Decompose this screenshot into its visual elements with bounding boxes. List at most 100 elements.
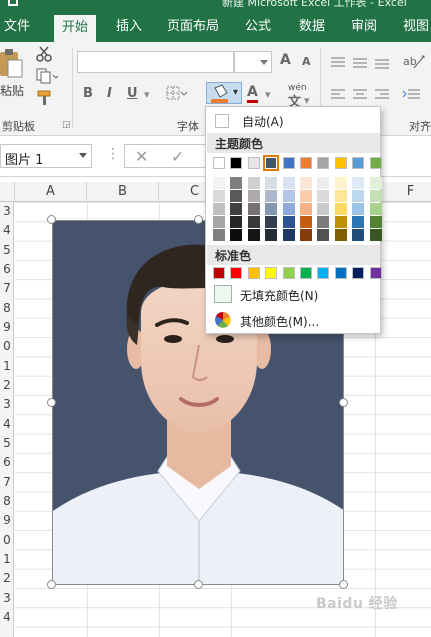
tab-insert[interactable]: 插入 — [108, 12, 150, 42]
theme-color-swatch[interactable] — [282, 157, 295, 169]
row-header[interactable]: 4 — [0, 610, 14, 624]
paste-icon[interactable] — [0, 48, 24, 80]
theme-shade-swatch[interactable] — [282, 190, 295, 202]
row-header[interactable]: 5 — [0, 243, 14, 257]
row-header[interactable]: 2 — [0, 571, 14, 585]
theme-shade-swatch[interactable] — [352, 229, 365, 241]
theme-shade-swatch[interactable] — [282, 203, 295, 215]
resize-handle-top-left[interactable] — [47, 215, 56, 224]
more-colors-option[interactable]: 其他颜色(M)... — [212, 309, 376, 331]
standard-color-swatch[interactable] — [282, 267, 295, 279]
italic-button[interactable]: I — [107, 86, 112, 101]
theme-shade-swatch[interactable] — [247, 229, 260, 241]
theme-shade-swatch[interactable] — [300, 229, 312, 241]
standard-color-swatch[interactable] — [334, 267, 347, 279]
theme-shade-swatch[interactable] — [282, 229, 295, 241]
theme-shade-swatch[interactable] — [317, 177, 330, 189]
theme-color-swatch[interactable] — [300, 157, 312, 169]
theme-shade-swatch[interactable] — [265, 229, 278, 241]
theme-shade-swatch[interactable] — [282, 216, 295, 228]
tab-review[interactable]: 审阅 — [344, 12, 384, 42]
paste-button[interactable]: 粘贴 — [0, 82, 24, 99]
cancel-icon[interactable]: ✕ — [135, 147, 148, 166]
row-header[interactable]: 0 — [0, 533, 14, 547]
theme-shade-swatch[interactable] — [230, 190, 243, 202]
theme-shade-swatch[interactable] — [247, 203, 260, 215]
enter-icon[interactable]: ✓ — [171, 147, 184, 166]
row-header[interactable]: 8 — [0, 301, 14, 315]
bold-button[interactable]: B — [83, 86, 93, 101]
indent-icon[interactable] — [402, 88, 422, 105]
row-header[interactable]: 9 — [0, 513, 14, 527]
theme-shade-swatch[interactable] — [230, 229, 243, 241]
theme-color-swatch[interactable] — [352, 157, 365, 169]
row-header[interactable]: 6 — [0, 262, 14, 276]
standard-color-swatch[interactable] — [213, 267, 225, 279]
theme-shade-swatch[interactable] — [247, 177, 260, 189]
align-left-icon[interactable] — [330, 88, 346, 105]
theme-shade-swatch[interactable] — [369, 203, 382, 215]
border-icon[interactable] — [166, 86, 188, 105]
font-size-combo[interactable] — [234, 51, 272, 73]
theme-shade-swatch[interactable] — [317, 216, 330, 228]
theme-shade-swatch[interactable] — [352, 216, 365, 228]
theme-shade-swatch[interactable] — [334, 203, 347, 215]
theme-shade-swatch[interactable] — [265, 216, 278, 228]
resize-handle-left[interactable] — [47, 398, 56, 407]
theme-shade-swatch[interactable] — [230, 216, 243, 228]
standard-color-swatch[interactable] — [352, 267, 365, 279]
row-header[interactable]: 3 — [0, 591, 14, 605]
row-header[interactable]: 3 — [0, 397, 14, 411]
name-box[interactable]: 图片 1 — [0, 144, 92, 168]
save-icon[interactable] — [8, 0, 18, 6]
theme-shade-swatch[interactable] — [369, 229, 382, 241]
theme-shade-swatch[interactable] — [230, 177, 243, 189]
theme-color-swatch[interactable] — [247, 157, 260, 169]
row-header[interactable]: 1 — [0, 359, 14, 373]
standard-color-swatch[interactable] — [300, 267, 312, 279]
resize-handle-bottom[interactable] — [194, 580, 203, 589]
resize-handle-bottom-right[interactable] — [339, 580, 348, 589]
row-header[interactable]: 3 — [0, 204, 14, 218]
theme-shade-swatch[interactable] — [247, 190, 260, 202]
theme-color-swatch[interactable] — [230, 157, 243, 169]
column-header-f[interactable]: F — [375, 182, 431, 202]
theme-shade-swatch[interactable] — [300, 190, 312, 202]
column-header-b[interactable]: B — [87, 182, 159, 202]
copy-icon[interactable] — [36, 68, 60, 87]
align-top-icon[interactable] — [330, 56, 346, 73]
theme-shade-swatch[interactable] — [265, 203, 278, 215]
underline-button[interactable]: U — [127, 86, 138, 101]
theme-shade-swatch[interactable] — [213, 229, 225, 241]
fill-color-button[interactable]: ▾ — [206, 82, 242, 104]
standard-color-swatch[interactable] — [265, 267, 278, 279]
row-header[interactable]: 4 — [0, 417, 14, 431]
theme-shade-swatch[interactable] — [282, 177, 295, 189]
row-header[interactable]: 2 — [0, 378, 14, 392]
standard-color-swatch[interactable] — [230, 267, 243, 279]
standard-color-swatch[interactable] — [369, 267, 382, 279]
theme-shade-swatch[interactable] — [352, 190, 365, 202]
format-painter-icon[interactable] — [36, 90, 54, 109]
theme-shade-swatch[interactable] — [247, 216, 260, 228]
font-name-combo[interactable] — [77, 51, 234, 73]
row-header[interactable]: 8 — [0, 494, 14, 508]
tab-page-layout[interactable]: 页面布局 — [162, 12, 224, 42]
row-header[interactable]: 1 — [0, 552, 14, 566]
theme-shade-swatch[interactable] — [317, 190, 330, 202]
grow-font-button[interactable]: A — [280, 52, 291, 68]
tab-home[interactable]: 开始 — [54, 15, 96, 42]
theme-shade-swatch[interactable] — [265, 190, 278, 202]
theme-shade-swatch[interactable] — [213, 177, 225, 189]
tab-formulas[interactable]: 公式 — [236, 12, 280, 42]
tab-data[interactable]: 数据 — [290, 12, 334, 42]
theme-shade-swatch[interactable] — [213, 203, 225, 215]
row-header[interactable]: 9 — [0, 320, 14, 334]
theme-shade-swatch[interactable] — [352, 177, 365, 189]
theme-shade-swatch[interactable] — [352, 203, 365, 215]
theme-color-swatch[interactable] — [334, 157, 347, 169]
theme-color-swatch[interactable] — [317, 157, 330, 169]
no-fill-option[interactable]: 无填充颜色(N) — [212, 283, 376, 305]
tab-view[interactable]: 视图 — [396, 12, 431, 42]
tab-file[interactable]: 文件 — [0, 12, 34, 42]
